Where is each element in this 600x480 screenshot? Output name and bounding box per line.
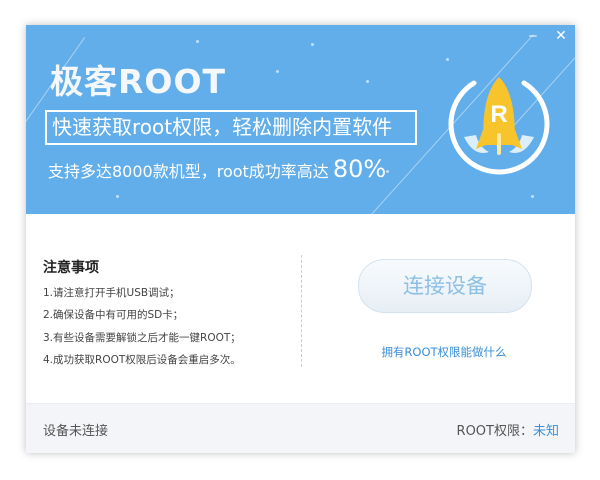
logo-letter: R (490, 101, 507, 128)
subline: 支持多达8000款机型，root成功率高达 80% (48, 155, 386, 183)
decor-star (386, 170, 389, 173)
decor-star (276, 70, 279, 73)
subline-text: 支持多达8000款机型，root成功率高达 (48, 162, 329, 181)
decor-star (366, 80, 369, 83)
banner: ‒ ✕ 极客ROOT 快速获取root权限，轻松删除内置软件 支持多达8000款… (26, 25, 575, 214)
root-value: 未知 (532, 424, 559, 439)
decor-star (311, 43, 314, 46)
minimize-icon: ‒ (528, 28, 538, 44)
note-item: 2.确保设备中有可用的SD卡； (43, 309, 184, 321)
decor-star (116, 195, 119, 198)
close-button[interactable]: ✕ (547, 25, 575, 47)
decor-star (196, 40, 199, 43)
status-bar: 设备未连接 ROOT权限：未知 (26, 403, 575, 453)
connect-device-button[interactable]: 连接设备 (358, 259, 532, 313)
device-status: 设备未连接 (43, 424, 109, 439)
minimize-button[interactable]: ‒ (519, 25, 547, 47)
root-label: ROOT权限： (456, 424, 533, 439)
root-info-link[interactable]: 拥有ROOT权限能做什么 (358, 344, 530, 360)
app-window: ‒ ✕ 极客ROOT 快速获取root权限，轻松删除内置软件 支持多达8000款… (26, 25, 575, 453)
close-icon: ✕ (555, 28, 567, 44)
app-title: 极客ROOT (50, 62, 227, 101)
rocket-logo-icon: R (448, 77, 550, 175)
notes-title: 注意事项 (43, 260, 99, 276)
slogan: 快速获取root权限，轻松删除内置软件 (45, 110, 417, 145)
note-item: 3.有些设备需要解锁之后才能一键ROOT； (43, 332, 241, 344)
root-status: ROOT权限：未知 (457, 420, 559, 439)
note-item: 4.成功获取ROOT权限后设备会重启多次。 (43, 354, 241, 366)
decor-star (531, 195, 534, 198)
note-item: 1.请注意打开手机USB调试； (43, 287, 180, 299)
decor-star (446, 58, 449, 61)
success-rate: 80% (332, 155, 387, 183)
divider (301, 255, 302, 367)
